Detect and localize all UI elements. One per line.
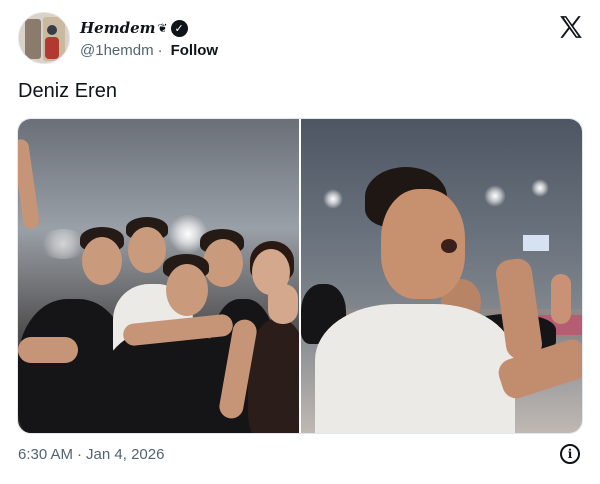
info-icon[interactable]: i xyxy=(560,444,580,464)
author-handle[interactable]: @1hemdm xyxy=(80,42,154,59)
tweet-time: 6:30 AM xyxy=(18,445,74,463)
x-logo-icon[interactable] xyxy=(558,14,584,40)
timestamp-separator: · xyxy=(77,445,83,463)
follow-button[interactable]: Follow xyxy=(171,42,219,59)
tweet-header: Hemdem ❦ ✓ @1hemdm · Follow xyxy=(18,12,584,66)
tweet-date: Jan 4, 2026 xyxy=(86,445,165,463)
author-emoji: ❦ xyxy=(157,21,168,35)
author-display-name[interactable]: Hemdem xyxy=(80,19,156,37)
photo-group-selfie[interactable] xyxy=(18,119,299,433)
handle-separator: · xyxy=(157,41,163,59)
author-name-row: Hemdem ❦ ✓ xyxy=(80,18,188,38)
verified-badge-icon: ✓ xyxy=(170,19,188,37)
author-handle-row: @1hemdm · Follow xyxy=(80,40,218,60)
photo-man-shouting[interactable] xyxy=(301,119,582,433)
tweet-text: Deniz Eren xyxy=(18,80,117,102)
tweet-media[interactable] xyxy=(17,118,583,434)
author-avatar[interactable] xyxy=(18,12,70,64)
tweet-timestamp[interactable]: 6:30 AM · Jan 4, 2026 xyxy=(18,444,164,464)
